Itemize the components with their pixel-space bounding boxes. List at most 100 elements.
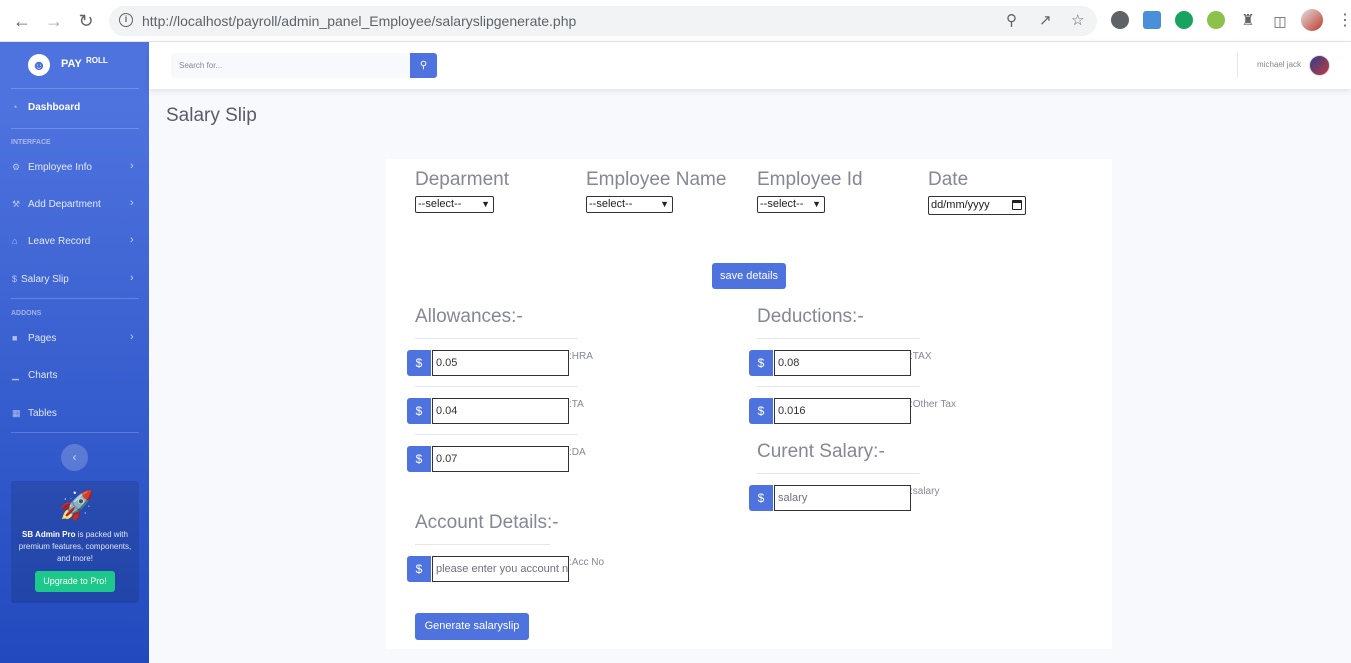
dollar-addon: $ bbox=[407, 350, 431, 376]
deductions-heading: Deductions:- bbox=[757, 306, 864, 327]
dollar-addon: $ bbox=[407, 556, 431, 582]
dollar-addon: $ bbox=[749, 485, 773, 511]
chevron-right-icon: › bbox=[130, 160, 134, 172]
chevron-right-icon: › bbox=[130, 197, 134, 209]
section-divider bbox=[415, 544, 550, 545]
search-button[interactable]: ⚲ bbox=[410, 53, 437, 78]
extension-icon[interactable] bbox=[1111, 11, 1129, 29]
sidebar-item-add-department[interactable]: ⚒ Add Department › bbox=[0, 191, 149, 219]
puzzle-icon[interactable]: ♜ bbox=[1237, 10, 1259, 32]
sidebar-heading-addons: ADDONS bbox=[11, 310, 42, 317]
chevron-right-icon: › bbox=[130, 331, 134, 343]
ta-input[interactable] bbox=[432, 398, 569, 424]
sidebar-item-pages[interactable]: ■ Pages › bbox=[0, 325, 149, 353]
extension-icon[interactable] bbox=[1143, 11, 1161, 29]
sidebar-item-label: Leave Record bbox=[28, 236, 91, 247]
share-icon[interactable]: ↗ bbox=[1039, 11, 1052, 29]
sidebar-item-label: Salary Slip bbox=[21, 274, 69, 285]
dollar-addon: $ bbox=[407, 398, 431, 424]
sidebar-item-salary-slip[interactable]: $ Salary Slip › bbox=[0, 266, 149, 294]
forward-icon[interactable]: → bbox=[43, 10, 65, 32]
allowances-heading: Allowances:- bbox=[415, 306, 523, 327]
account-suffix: :Acc No bbox=[569, 557, 605, 568]
account-number-input[interactable] bbox=[432, 556, 569, 582]
table-icon: ▦ bbox=[12, 408, 21, 418]
sidebar-item-label: Dashboard bbox=[28, 102, 81, 113]
menu-icon[interactable]: ⋮ bbox=[1334, 10, 1351, 32]
promo-card: 🚀 SB Admin Pro is packed with premium fe… bbox=[11, 481, 139, 603]
section-divider bbox=[757, 338, 920, 339]
dollar-addon: $ bbox=[407, 446, 431, 472]
sidebar-item-label: Pages bbox=[28, 333, 57, 344]
user-name[interactable]: michael jack bbox=[1257, 60, 1301, 69]
tachometer-icon: ◔ bbox=[12, 102, 18, 112]
sidebar: ☻ PAY ROLL ◔ Dashboard INTERFACE ⚙ Emplo… bbox=[0, 42, 149, 663]
hra-input[interactable] bbox=[432, 350, 569, 376]
sidebar-item-charts[interactable]: ▁ Charts bbox=[0, 362, 149, 390]
search-icon: ⚲ bbox=[419, 60, 428, 71]
home-icon: ⌂ bbox=[12, 236, 18, 246]
page-title: Salary Slip bbox=[166, 105, 257, 126]
search-box bbox=[171, 53, 411, 78]
wrench-icon: ⚒ bbox=[12, 199, 21, 209]
browser-toolbar: ← → ↻ i http://localhost/payroll/admin_p… bbox=[0, 0, 1351, 42]
chevron-right-icon: › bbox=[130, 272, 134, 284]
department-select[interactable]: --select-- ▼ bbox=[415, 196, 494, 213]
tax-suffix: :TAX bbox=[910, 351, 932, 362]
current-salary-heading: Curent Salary:- bbox=[757, 441, 885, 462]
save-details-button[interactable]: save details bbox=[712, 263, 786, 289]
extension-icon[interactable] bbox=[1207, 11, 1225, 29]
section-divider bbox=[415, 386, 578, 387]
dollar-icon: $ bbox=[12, 274, 18, 284]
gear-icon: ⚙ bbox=[12, 162, 21, 172]
date-label: Date bbox=[928, 169, 969, 190]
salary-input[interactable] bbox=[774, 485, 911, 511]
employee-name-select[interactable]: --select-- ▼ bbox=[586, 196, 673, 213]
section-divider bbox=[415, 434, 578, 435]
tax-input[interactable] bbox=[774, 350, 911, 376]
topbar-divider bbox=[1237, 53, 1238, 78]
sidebar-divider bbox=[11, 432, 139, 433]
profile-avatar[interactable] bbox=[1301, 9, 1323, 31]
side-panel-icon[interactable]: ◫ bbox=[1269, 10, 1291, 32]
other-tax-suffix: :Other Tax bbox=[910, 399, 956, 410]
account-details-heading: Account Details:- bbox=[415, 512, 559, 533]
upgrade-button[interactable]: Upgrade to Pro! bbox=[35, 571, 115, 592]
sidebar-toggle-button[interactable]: ‹ bbox=[61, 444, 88, 471]
sidebar-item-employee-info[interactable]: ⚙ Employee Info › bbox=[0, 154, 149, 182]
chart-icon: ▁ bbox=[12, 370, 19, 380]
date-input[interactable]: dd/mm/yyyy bbox=[928, 196, 1026, 215]
brand-superscript: ROLL bbox=[86, 56, 108, 65]
employee-id-select[interactable]: --select-- ▼ bbox=[757, 196, 825, 213]
sidebar-item-leave-record[interactable]: ⌂ Leave Record › bbox=[0, 228, 149, 256]
site-info-icon[interactable]: i bbox=[119, 13, 133, 27]
employee-name-label: Employee Name bbox=[586, 169, 727, 190]
sidebar-item-label: Tables bbox=[28, 408, 57, 419]
back-icon[interactable]: ← bbox=[11, 10, 33, 32]
generate-salaryslip-button[interactable]: Generate salaryslip bbox=[415, 613, 529, 640]
reload-icon[interactable]: ↻ bbox=[75, 10, 97, 32]
bookmark-star-icon[interactable]: ☆ bbox=[1071, 11, 1084, 29]
other-tax-input[interactable] bbox=[774, 398, 911, 424]
extension-icon[interactable] bbox=[1175, 11, 1193, 29]
rocket-icon: 🚀 bbox=[59, 490, 94, 521]
da-input[interactable] bbox=[432, 446, 569, 472]
search-input[interactable] bbox=[171, 53, 411, 78]
folder-icon: ■ bbox=[12, 333, 18, 343]
sidebar-item-tables[interactable]: ▦ Tables bbox=[0, 400, 149, 428]
chevron-down-icon: ▼ bbox=[812, 199, 821, 209]
sidebar-item-label: Add Department bbox=[28, 199, 101, 210]
section-divider bbox=[757, 473, 920, 474]
hra-suffix: :HRA bbox=[569, 351, 593, 362]
brand-link[interactable]: ☻ PAY ROLL bbox=[0, 42, 149, 88]
chevron-down-icon: ▼ bbox=[481, 199, 490, 209]
address-bar[interactable]: i http://localhost/payroll/admin_panel_E… bbox=[109, 6, 1097, 36]
section-divider bbox=[757, 386, 920, 387]
zoom-icon[interactable]: ⚲ bbox=[1006, 11, 1017, 29]
avatar[interactable] bbox=[1309, 55, 1330, 76]
sidebar-divider bbox=[11, 298, 139, 299]
sidebar-item-dashboard[interactable]: ◔ Dashboard bbox=[0, 94, 149, 122]
sidebar-item-label: Employee Info bbox=[28, 162, 92, 173]
chevron-right-icon: › bbox=[130, 234, 134, 246]
calendar-icon[interactable] bbox=[1012, 200, 1022, 210]
